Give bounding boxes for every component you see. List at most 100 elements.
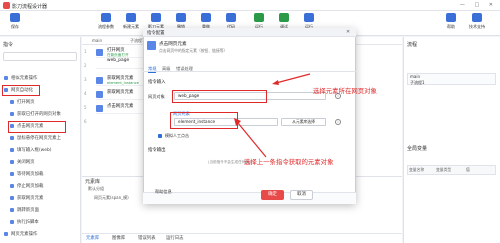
highlight-web-element: [170, 112, 238, 129]
line-number: 1: [84, 49, 87, 54]
simulate-click-checkbox[interactable]: [158, 134, 162, 138]
dialog-footer: [143, 192, 356, 204]
tech-support-button[interactable]: 技术支持: [466, 13, 488, 33]
flow-item-subflow[interactable]: 子流程1: [410, 80, 425, 86]
bottom-tabs: [82, 233, 402, 243]
simulate-click-label: 模拟人工点击: [165, 133, 189, 138]
command-icon: [10, 219, 14, 224]
command-icon: [10, 159, 14, 164]
folder-icon: [4, 75, 8, 80]
window-controls[interactable]: — □ ✕: [460, 2, 497, 8]
flow-panel-title: 流程: [407, 42, 418, 48]
command-icon: [10, 195, 14, 200]
line-number: 4: [84, 91, 87, 96]
tab-main[interactable]: main: [92, 38, 102, 43]
tab-element-library[interactable]: 元素库: [86, 235, 99, 241]
column-header: 变量类型: [436, 167, 452, 172]
redo-icon: [201, 13, 211, 22]
tree-item[interactable]: 填写输入框(web): [10, 146, 51, 155]
params-icon: [101, 13, 111, 22]
save-button[interactable]: 保存: [4, 13, 26, 33]
annotation-arrow-2: [234, 118, 267, 158]
web-icon: [96, 77, 103, 84]
app-logo-icon: [3, 2, 10, 9]
highlight-click-element: [8, 121, 66, 133]
command-icon: [10, 183, 14, 188]
command-description: 点击网页中的指定元素（按钮、链接等）: [159, 48, 228, 53]
dialog-header: [143, 28, 356, 37]
annotation-arrow-1: [272, 73, 311, 85]
choose-from-library-button[interactable]: 从元素库选择: [281, 118, 326, 126]
element-library-title: 元素库: [85, 179, 101, 185]
global-vars-title: 全局变量: [407, 146, 428, 152]
command-icon: [10, 135, 14, 140]
line-number: 6: [84, 119, 87, 124]
annotation-web-object: 选择元素所在网页对象: [313, 87, 377, 95]
flow-panel: [403, 37, 500, 243]
element-icon: [126, 13, 136, 22]
tree-item[interactable]: 获取已打开的网页对象: [10, 110, 61, 119]
web-object-label: 网页对象: [148, 94, 165, 99]
close-icon[interactable]: ✕: [346, 29, 350, 35]
element-item[interactable]: 网页元素(span_模): [94, 195, 129, 201]
tree-item[interactable]: 停止网页加载: [10, 182, 43, 191]
element-group[interactable]: 默认分组: [88, 186, 104, 192]
command-search-input[interactable]: [3, 52, 77, 61]
tab-error-handling[interactable]: 错误处理: [176, 66, 193, 72]
tree-item[interactable]: 网页元素操作: [4, 230, 37, 239]
command-icon: [10, 147, 14, 152]
web-icon: [96, 105, 103, 112]
line-number: 5: [84, 105, 87, 110]
help-icon: [446, 13, 456, 22]
element-library-icon: [151, 13, 161, 22]
info-icon: i: [335, 119, 341, 125]
ok-button[interactable]: 确定: [261, 190, 284, 200]
dialog-tabs: [143, 63, 356, 72]
tree-item[interactable]: 鼠标悬停在网页元素上: [10, 134, 61, 143]
tree-item[interactable]: 等待网页加载: [10, 170, 43, 179]
command-icon: [10, 111, 14, 116]
tree-item[interactable]: 执行JS脚本: [10, 218, 39, 227]
command-panel-title: 指令: [3, 42, 14, 48]
tab-image-library[interactable]: 图像库: [112, 235, 125, 241]
line-number: 3: [84, 77, 87, 82]
column-header: 值: [466, 167, 470, 172]
web-icon: [96, 91, 103, 98]
save-icon: [10, 13, 20, 22]
command-icon: [10, 207, 14, 212]
output-section-title: 指令输出: [148, 148, 166, 153]
input-section-title: 指令输入: [148, 80, 166, 85]
folder-icon: [4, 231, 8, 236]
undo-icon: [176, 13, 186, 22]
title-bar: [0, 0, 500, 11]
tree-item[interactable]: 获取网页元素: [10, 194, 43, 203]
command-name: 点击网页元素: [159, 42, 187, 47]
tab-general[interactable]: 常规: [148, 66, 157, 73]
column-header: 变量名称: [409, 167, 425, 172]
tab-run-log[interactable]: 运行日志: [166, 235, 184, 241]
support-icon: [472, 13, 482, 22]
run-from-icon: [304, 13, 314, 22]
line-number: 2: [84, 63, 87, 68]
new-element-button[interactable]: 新建元素: [120, 13, 142, 33]
debug-icon: [279, 13, 289, 22]
tree-item[interactable]: 相似元素操作: [4, 74, 37, 83]
cancel-button[interactable]: 取消: [290, 190, 313, 200]
annotation-web-element: 选择上一条指令获取的元素对象: [244, 158, 334, 166]
tree-item[interactable]: 关闭网页: [10, 158, 35, 167]
command-icon: [10, 171, 14, 176]
flow-params-button[interactable]: 流程参数: [95, 13, 117, 33]
flow-item-main[interactable]: main: [410, 74, 420, 79]
tab-error-list[interactable]: 错误列表: [138, 235, 156, 241]
dialog-title: 指令配置: [147, 31, 165, 36]
tree-item[interactable]: 打开网页: [10, 98, 35, 107]
web-icon: [96, 49, 103, 56]
play-icon: [254, 13, 264, 22]
help-info-link[interactable]: 帮助信息: [155, 189, 172, 195]
command-icon: [10, 99, 14, 104]
tab-advanced[interactable]: 高级: [162, 66, 170, 72]
highlight-web-object: [172, 90, 267, 103]
help-button[interactable]: 帮助: [440, 13, 462, 33]
tree-item[interactable]: 跳转新页面: [10, 206, 39, 215]
highlight-web-category: [2, 85, 40, 96]
